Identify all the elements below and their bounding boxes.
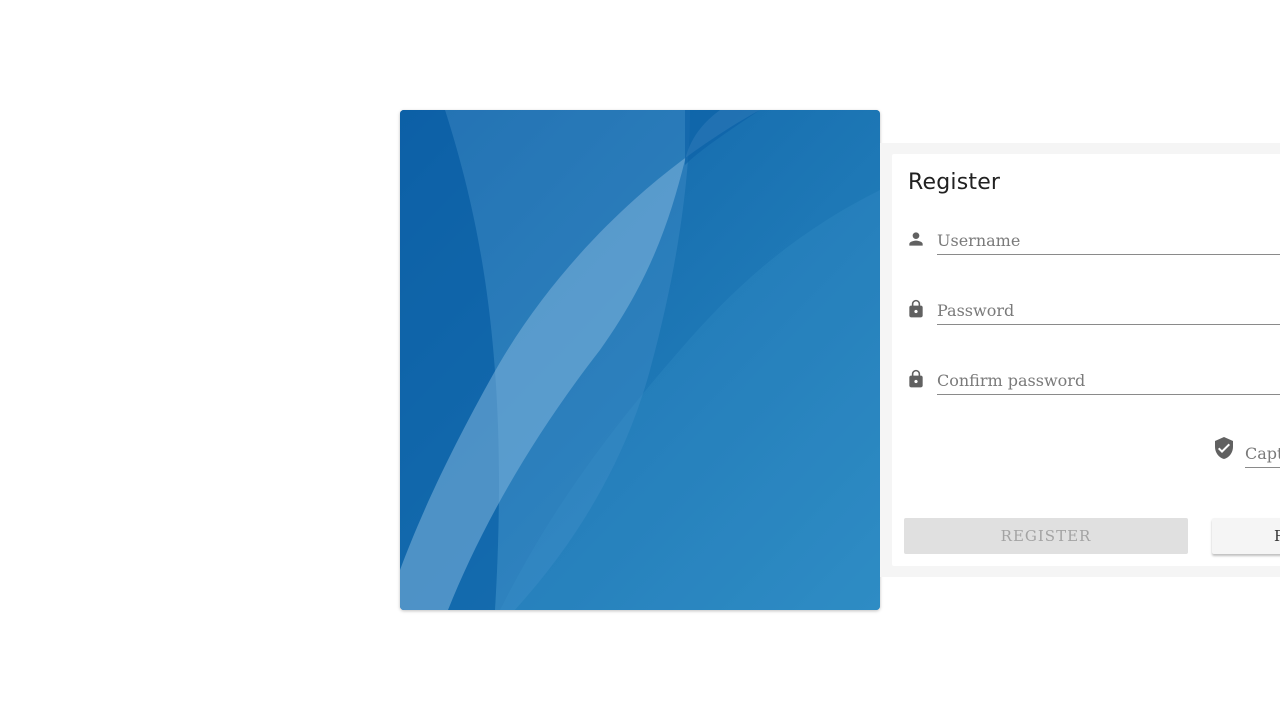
register-title: Register [908, 170, 1001, 195]
username-input[interactable] [937, 226, 1280, 255]
captcha-field [1212, 436, 1280, 476]
person-icon [909, 232, 923, 246]
hero-waves-graphic [400, 110, 880, 610]
captcha-input[interactable] [1245, 439, 1280, 468]
lock-icon [909, 299, 923, 318]
secondary-button[interactable]: R [1212, 518, 1280, 554]
register-card: Register REGISTER R [892, 154, 1280, 566]
hero-image [400, 110, 880, 610]
password-field [906, 296, 1280, 336]
username-field [906, 226, 1280, 266]
shield-check-icon [1215, 437, 1233, 459]
password-input[interactable] [937, 296, 1280, 325]
lock-icon [909, 369, 923, 388]
confirm-password-input[interactable] [937, 366, 1280, 395]
register-button[interactable]: REGISTER [904, 518, 1188, 554]
confirm-password-field [906, 366, 1280, 406]
login-page: Register REGISTER R [0, 0, 1280, 720]
